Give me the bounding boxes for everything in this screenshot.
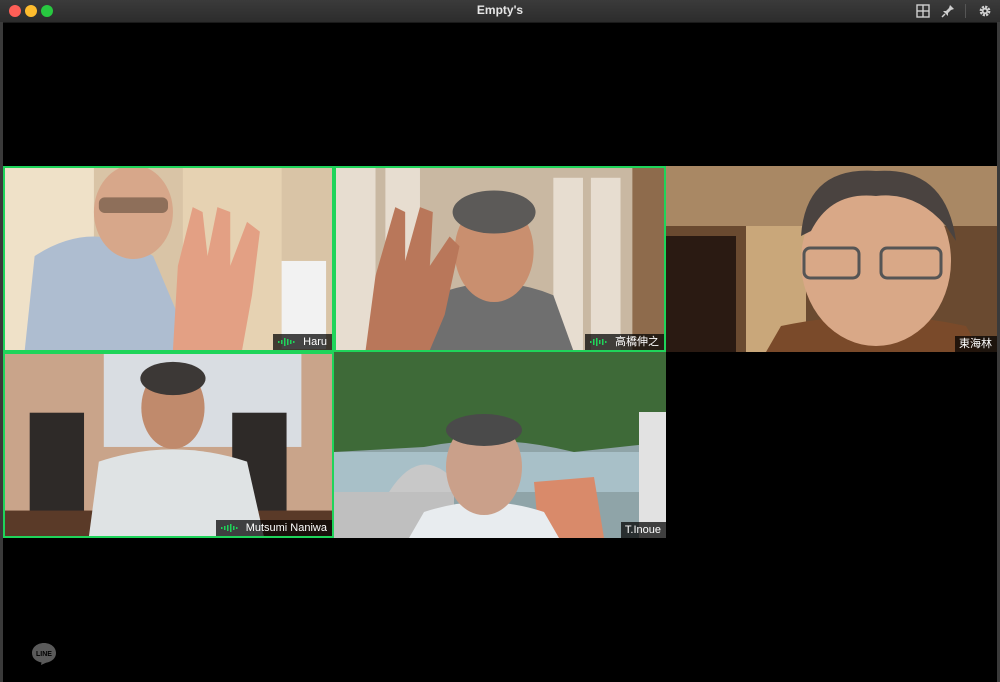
line-logo-text: LINE [36,651,52,658]
line-logo-icon: LINE [32,643,56,665]
audio-level-icon [220,524,238,532]
participant-name-tag: 高橋伸之 [585,334,664,350]
video-feed [336,168,664,350]
window-title: Empty's [476,3,524,17]
video-feed [5,354,332,536]
settings-gear-icon[interactable] [977,3,993,19]
participant-name-tag: Haru [273,334,332,350]
participant-name: 高橋伸之 [615,336,659,348]
participant-name: Mutsumi Naniwa [245,522,327,534]
window-titlebar[interactable]: Empty's [0,0,1000,23]
video-tile-t-inoue[interactable]: T.Inoue [334,352,666,538]
participant-name: T.Inoue [624,524,661,536]
participant-name-tag: Mutsumi Naniwa [215,520,332,536]
participant-name-tag: 東海林 [955,336,997,352]
participant-name: Haru [303,336,327,348]
video-feed [334,352,666,538]
audio-level-icon [590,338,607,346]
participant-name-tag: T.Inoue [620,522,666,538]
grid-view-icon[interactable] [915,3,931,19]
video-feed [5,168,332,350]
titlebar-separator [965,4,966,18]
video-feed [666,166,997,352]
pin-icon[interactable] [940,3,956,19]
audio-level-icon [278,338,295,346]
video-tile-haru[interactable]: Haru [3,166,334,352]
video-tile-takahashi[interactable]: 高橋伸之 [334,166,666,352]
participant-name: 東海林 [959,338,992,350]
video-tile-mutsumi-naniwa[interactable]: Mutsumi Naniwa [3,352,334,538]
video-tile-tokairin[interactable]: 東海林 [666,166,997,352]
